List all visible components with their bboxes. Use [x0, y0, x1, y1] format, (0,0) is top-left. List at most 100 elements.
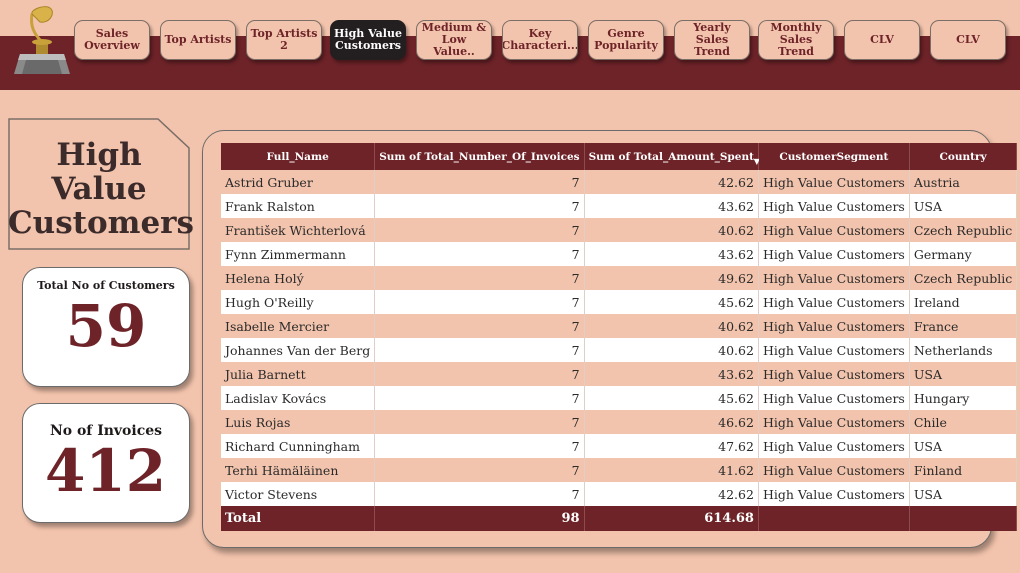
- nav-button[interactable]: Medium & Low Value..: [416, 20, 492, 60]
- cell-invoices: 7: [374, 170, 585, 194]
- table-row[interactable]: Terhi Hämäläinen 7 41.62 High Value Custome…: [221, 458, 1018, 482]
- table-row[interactable]: Helena Holý 7 49.62 High Value Customers Cze…: [221, 266, 1018, 290]
- cell-segment: High Value Customers: [758, 338, 910, 362]
- cell-country: Czech Republic: [909, 266, 1018, 290]
- table-row[interactable]: Luis Rojas 7 46.62 High Value Customers Chil…: [221, 410, 1018, 434]
- cell-full-name: František Wichterlová: [221, 218, 376, 242]
- total-label: Total: [221, 506, 376, 531]
- cell-invoices: 7: [374, 314, 585, 338]
- total-segment: [758, 506, 910, 531]
- cell-full-name: Terhi Hämäläinen: [221, 458, 376, 482]
- cell-country: USA: [909, 194, 1018, 218]
- cell-invoices: 7: [374, 362, 585, 386]
- cell-invoices: 7: [374, 458, 585, 482]
- table-row[interactable]: Frank Ralston 7 43.62 High Value Customers U…: [221, 194, 1018, 218]
- table-header-row: Full_Name Sum of Total_Number_Of_Invoice…: [221, 143, 1018, 170]
- cell-amount-spent: 40.62: [584, 218, 759, 242]
- cell-full-name: Johannes Van der Berg: [221, 338, 376, 362]
- cell-country: Ireland: [909, 290, 1018, 314]
- cell-full-name: Isabelle Mercier: [221, 314, 376, 338]
- nav-button[interactable]: Yearly Sales Trend: [674, 20, 750, 60]
- nav-button[interactable]: Top Artists: [160, 20, 236, 60]
- cell-amount-spent: 45.62: [584, 290, 759, 314]
- cell-full-name: Julia Barnett: [221, 362, 376, 386]
- table-row[interactable]: František Wichterlová 7 40.62 High Value Cu…: [221, 218, 1018, 242]
- cell-amount-spent: 43.62: [584, 194, 759, 218]
- kpi-label: Total No of Customers: [37, 279, 175, 292]
- cell-amount-spent: 49.62: [584, 266, 759, 290]
- nav-button[interactable]: CLV: [930, 20, 1006, 60]
- cell-segment: High Value Customers: [758, 170, 910, 194]
- page-title: High Value Customers: [8, 137, 194, 241]
- cell-country: Hungary: [909, 386, 1018, 410]
- table-row[interactable]: Victor Stevens 7 42.62 High Value Customers…: [221, 482, 1018, 506]
- cell-amount-spent: 47.62: [584, 434, 759, 458]
- table-row[interactable]: Hugh O'Reilly 7 45.62 High Value Customers I…: [221, 290, 1018, 314]
- column-header-country[interactable]: Country: [909, 143, 1018, 170]
- cell-segment: High Value Customers: [758, 218, 910, 242]
- cell-country: USA: [909, 434, 1018, 458]
- cell-segment: High Value Customers: [758, 434, 910, 458]
- cell-full-name: Frank Ralston: [221, 194, 376, 218]
- cell-invoices: 7: [374, 194, 585, 218]
- cell-amount-spent: 40.62: [584, 314, 759, 338]
- cell-invoices: 7: [374, 266, 585, 290]
- cell-segment: High Value Customers: [758, 242, 910, 266]
- cell-full-name: Hugh O'Reilly: [221, 290, 376, 314]
- column-header-amount-spent[interactable]: Sum of Total_Amount_Spent ▼: [584, 143, 760, 170]
- cell-country: USA: [909, 482, 1018, 506]
- kpi-value: 412: [45, 437, 167, 505]
- table-row[interactable]: Johannes Van der Berg 7 40.62 High Value Cu…: [221, 338, 1018, 362]
- cell-country: Germany: [909, 242, 1018, 266]
- cell-segment: High Value Customers: [758, 410, 910, 434]
- nav-button[interactable]: Key Characteri...: [502, 20, 578, 60]
- table-row[interactable]: Astrid Gruber 7 42.62 High Value Customers A…: [221, 170, 1018, 194]
- cell-full-name: Helena Holý: [221, 266, 376, 290]
- cell-country: Austria: [909, 170, 1018, 194]
- cell-full-name: Victor Stevens: [221, 482, 376, 506]
- cell-segment: High Value Customers: [758, 290, 910, 314]
- page-title-card: High Value Customers: [8, 118, 194, 250]
- nav-button[interactable]: Monthly Sales Trend: [758, 20, 834, 60]
- kpi-value: 59: [65, 292, 147, 360]
- nav-button[interactable]: Genre Popularity: [588, 20, 664, 60]
- table-row[interactable]: Fynn Zimmermann 7 43.62 High Value Customer…: [221, 242, 1018, 266]
- cell-amount-spent: 43.62: [584, 362, 759, 386]
- cell-segment: High Value Customers: [758, 458, 910, 482]
- cell-country: France: [909, 314, 1018, 338]
- column-header-segment[interactable]: CustomerSegment: [758, 143, 910, 170]
- cell-full-name: Fynn Zimmermann: [221, 242, 376, 266]
- column-header-full-name[interactable]: Full_Name: [221, 143, 376, 170]
- nav-button[interactable]: Sales Overview: [74, 20, 150, 60]
- cell-country: USA: [909, 362, 1018, 386]
- cell-invoices: 7: [374, 218, 585, 242]
- cell-invoices: 7: [374, 338, 585, 362]
- cell-country: Finland: [909, 458, 1018, 482]
- kpi-card-invoices: No of Invoices 412: [22, 403, 190, 523]
- cell-amount-spent: 41.62: [584, 458, 759, 482]
- cell-country: Czech Republic: [909, 218, 1018, 242]
- table-row[interactable]: Ladislav Kovács 7 45.62 High Value Customer…: [221, 386, 1018, 410]
- total-country: [909, 506, 1018, 531]
- column-header-invoices[interactable]: Sum of Total_Number_Of_Invoices: [374, 143, 585, 170]
- gramophone-award-icon: [10, 4, 74, 76]
- total-invoices: 98: [374, 506, 585, 531]
- cell-country: Chile: [909, 410, 1018, 434]
- table-row[interactable]: Richard Cunningham 7 47.62 High Value Custo…: [221, 434, 1018, 458]
- nav-button[interactable]: CLV: [844, 20, 920, 60]
- nav-button[interactable]: Top Artists 2: [246, 20, 322, 60]
- cell-amount-spent: 40.62: [584, 338, 759, 362]
- cell-full-name: Richard Cunningham: [221, 434, 376, 458]
- cell-segment: High Value Customers: [758, 194, 910, 218]
- cell-segment: High Value Customers: [758, 482, 910, 506]
- cell-segment: High Value Customers: [758, 266, 910, 290]
- cell-segment: High Value Customers: [758, 386, 910, 410]
- kpi-card-total-customers: Total No of Customers 59: [22, 267, 190, 387]
- table-total-row: Total 98 614.68: [221, 506, 1018, 531]
- table-row[interactable]: Julia Barnett 7 43.62 High Value Customers U…: [221, 362, 1018, 386]
- table-row[interactable]: Isabelle Mercier 7 40.62 High Value Custome…: [221, 314, 1018, 338]
- nav-button[interactable]: High Value Customers: [330, 20, 406, 60]
- total-amount: 614.68: [584, 506, 759, 531]
- cell-invoices: 7: [374, 242, 585, 266]
- cell-amount-spent: 42.62: [584, 482, 759, 506]
